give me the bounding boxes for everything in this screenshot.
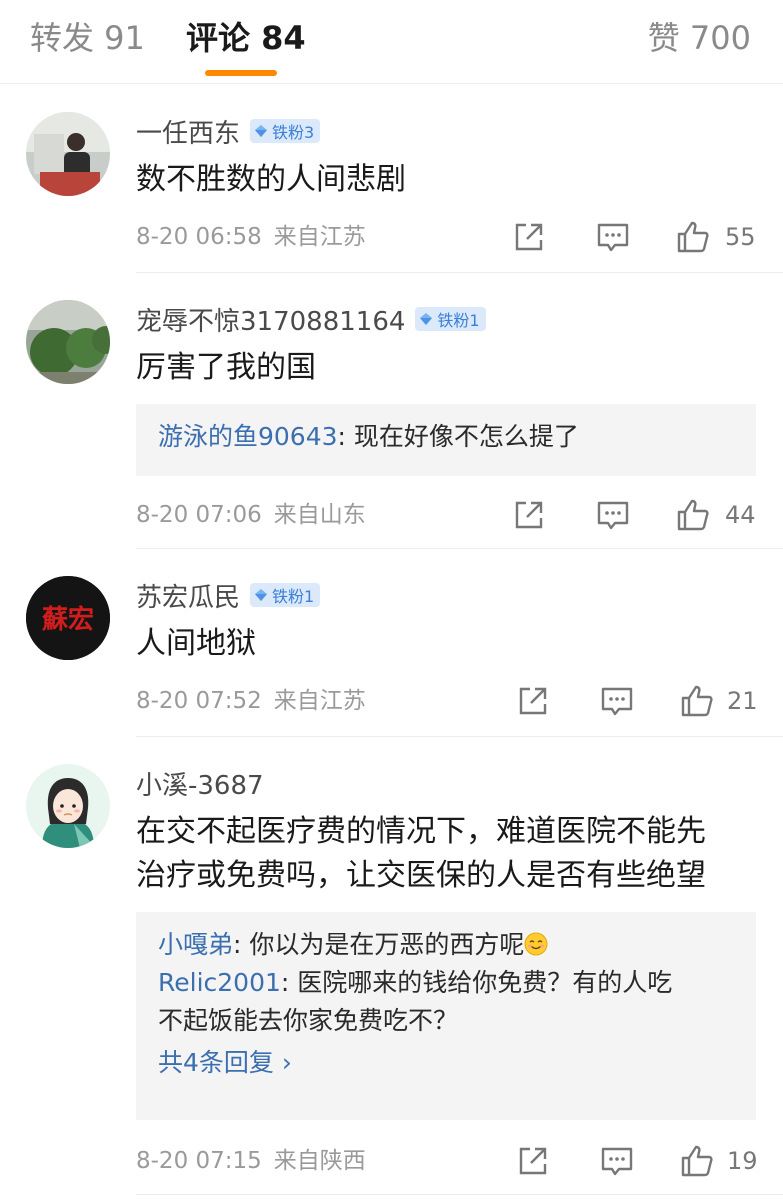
like-count: 55 bbox=[725, 223, 756, 251]
share-icon[interactable] bbox=[512, 498, 546, 532]
comment-text-line: 在交不起医疗费的情况下，难道医院不能先 bbox=[136, 814, 706, 849]
comment-time: 8-20 07:52 bbox=[136, 688, 262, 714]
like-count: 21 bbox=[727, 687, 758, 715]
comment-time: 8-20 07:06 bbox=[136, 502, 262, 528]
reply-text: : 现在好像不怎么提了 bbox=[337, 422, 579, 451]
thumbs-up-icon[interactable] bbox=[676, 220, 710, 254]
avatar-calligraphy: 蘇宏 bbox=[42, 604, 94, 635]
smiling-face-emoji bbox=[524, 932, 548, 956]
comment-location: 来自陕西 bbox=[273, 1148, 366, 1174]
comment-icon[interactable] bbox=[596, 498, 630, 532]
thumbs-up-icon[interactable] bbox=[676, 498, 710, 532]
badge-label: 铁粉1 bbox=[272, 587, 315, 606]
divider bbox=[136, 548, 783, 549]
diamond-icon bbox=[255, 125, 268, 137]
avatar[interactable] bbox=[26, 300, 110, 384]
comment-tabs: 转发 91 评论 84 赞 700 bbox=[0, 0, 783, 84]
fan-badge: 铁粉1 bbox=[415, 307, 486, 331]
diamond-icon bbox=[255, 589, 268, 601]
comment-icon[interactable] bbox=[600, 1144, 634, 1178]
tab-likes[interactable]: 赞 700 bbox=[648, 18, 751, 58]
comment-meta: 8-20 07:06 来自山东 bbox=[136, 500, 366, 530]
comment-text: 在交不起医疗费的情况下，难道医院不能先 治疗或免费吗，让交医保的人是否有些绝望 bbox=[136, 810, 759, 898]
reply-username[interactable]: 游泳的鱼90643 bbox=[158, 422, 338, 451]
comment-text: 厉害了我的国 bbox=[136, 350, 316, 385]
reply-username[interactable]: 小嘎弟 bbox=[158, 930, 233, 959]
comment-meta: 8-20 07:15 来自陕西 bbox=[136, 1146, 366, 1176]
more-replies-link[interactable]: 共4条回复 › bbox=[158, 1044, 734, 1082]
username[interactable]: 宠辱不惊3170881164 bbox=[136, 301, 405, 338]
reply-text-continued: 不起饭能去你家免费吃不？ bbox=[158, 1006, 459, 1035]
comment-meta: 8-20 06:58 来自江苏 bbox=[136, 222, 366, 252]
comment-location: 来自江苏 bbox=[273, 688, 366, 714]
comment-icon[interactable] bbox=[600, 684, 634, 718]
avatar[interactable] bbox=[26, 112, 110, 196]
avatar[interactable]: 蘇宏 bbox=[26, 576, 110, 660]
comment-text: 数不胜数的人间悲剧 bbox=[136, 162, 406, 197]
comment-time: 8-20 07:15 bbox=[136, 1148, 262, 1174]
reply-item: 游泳的鱼90643: 现在好像不怎么提了 bbox=[158, 418, 734, 456]
like-count: 44 bbox=[725, 501, 756, 529]
share-icon[interactable] bbox=[512, 220, 546, 254]
thumbs-up-icon[interactable] bbox=[680, 1144, 714, 1178]
divider bbox=[136, 736, 783, 737]
reply-text: : 医院哪来的钱给你免费？有的人吃 bbox=[280, 968, 673, 997]
comment-meta: 8-20 07:52 来自江苏 bbox=[136, 686, 366, 716]
active-tab-indicator bbox=[205, 70, 277, 76]
reply-text: : 你以为是在万恶的西方呢 bbox=[233, 930, 525, 959]
tab-repost[interactable]: 转发 91 bbox=[30, 18, 145, 58]
fan-badge: 铁粉3 bbox=[250, 119, 321, 143]
comment-time: 8-20 06:58 bbox=[136, 224, 262, 250]
reply-username[interactable]: Relic2001 bbox=[158, 968, 281, 997]
username[interactable]: 苏宏瓜民 bbox=[136, 577, 240, 614]
comment-text: 人间地狱 bbox=[136, 626, 256, 661]
reply-box[interactable]: 小嘎弟: 你以为是在万恶的西方呢 Relic2001: 医院哪来的钱给你免费？有… bbox=[136, 912, 756, 1120]
badge-label: 铁粉1 bbox=[437, 311, 480, 330]
comment-icon[interactable] bbox=[596, 220, 630, 254]
reply-item: Relic2001: 医院哪来的钱给你免费？有的人吃 bbox=[158, 964, 734, 1002]
share-icon[interactable] bbox=[516, 684, 550, 718]
thumbs-up-icon[interactable] bbox=[680, 684, 714, 718]
divider bbox=[136, 272, 783, 273]
share-icon[interactable] bbox=[516, 1144, 550, 1178]
diamond-icon bbox=[420, 313, 433, 325]
avatar[interactable] bbox=[26, 764, 110, 848]
comment-location: 来自山东 bbox=[273, 502, 366, 528]
comment-text-line: 治疗或免费吗，让交医保的人是否有些绝望 bbox=[136, 858, 706, 893]
fan-badge: 铁粉1 bbox=[250, 583, 321, 607]
reply-box[interactable]: 游泳的鱼90643: 现在好像不怎么提了 bbox=[136, 404, 756, 476]
divider bbox=[136, 1194, 783, 1195]
tab-comments[interactable]: 评论 84 bbox=[186, 18, 306, 58]
like-count: 19 bbox=[727, 1147, 758, 1175]
comment-location: 来自江苏 bbox=[273, 224, 366, 250]
reply-item: 小嘎弟: 你以为是在万恶的西方呢 bbox=[158, 926, 734, 964]
username[interactable]: 小溪-3687 bbox=[136, 765, 264, 802]
badge-label: 铁粉3 bbox=[272, 123, 315, 142]
username[interactable]: 一任西东 bbox=[136, 113, 240, 150]
